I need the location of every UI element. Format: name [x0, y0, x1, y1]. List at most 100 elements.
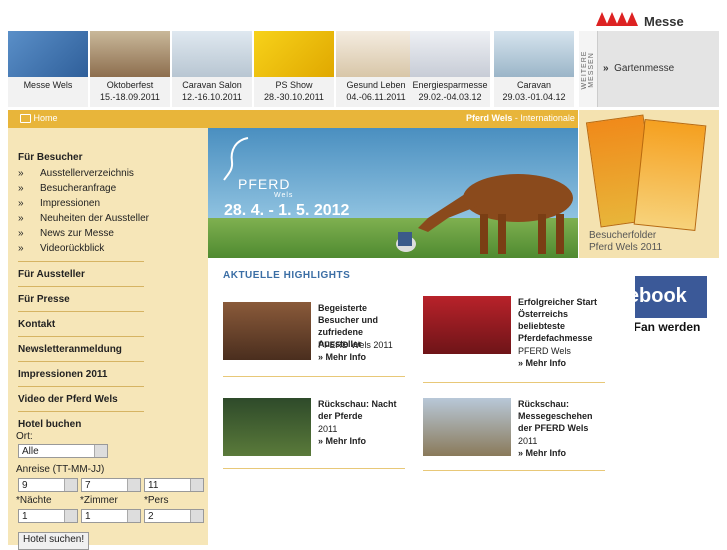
month-select[interactable]: 7 [81, 478, 141, 492]
event-energiesparmesse[interactable]: Energiesparmesse 29.02.-04.03.12 [410, 31, 490, 107]
sidebar-heading-besucher[interactable]: Für Besucher [18, 152, 82, 163]
naechte-label: *Nächte [16, 495, 52, 506]
event-caravan[interactable]: Caravan 29.03.-01.04.12 [494, 31, 574, 107]
folder-image [633, 119, 707, 231]
event-name: PS Show [275, 80, 313, 90]
bullet: » [18, 198, 24, 209]
event-strip: Messe Wels Oktoberfest 15.-18.09.2011 Ca… [8, 31, 574, 107]
event-name: Energiesparmesse [412, 80, 488, 90]
hero-date: 28. 4. - 1. 5. 2012 [224, 202, 350, 219]
day-select[interactable]: 9 [18, 478, 78, 492]
divider [18, 261, 144, 262]
event-messe-wels[interactable]: Messe Wels [8, 31, 88, 107]
sidebar-item-ausstellerverzeichnis[interactable]: » Ausstellerverzeichnis [18, 168, 134, 179]
year-select[interactable]: 11 [144, 478, 204, 492]
divider [18, 286, 144, 287]
event-thumbnail [336, 31, 416, 77]
sidebar-item-kontakt[interactable]: Kontakt [18, 319, 55, 330]
bullet: » [18, 168, 24, 179]
sidebar-item-label: Besucheranfrage [40, 183, 117, 194]
sidebar-item-neuheiten[interactable]: » Neuheiten der Aussteller [18, 213, 149, 224]
hero-subtitle: Wels [274, 192, 294, 199]
sidebar-item-label: News zur Messe [40, 228, 114, 239]
divider [223, 468, 405, 469]
sidebar-item-besucheranfrage[interactable]: » Besucheranfrage [18, 183, 116, 194]
dropdown-arrow-icon [190, 479, 203, 491]
highlight-title: Erfolgreicher Start Österreichs beliebte… [518, 296, 598, 344]
highlight-thumbnail [423, 398, 511, 456]
event-name: Messe Wels [23, 80, 73, 90]
ticker-bold: Pferd Wels [466, 113, 513, 123]
anreise-label: Anreise (TT-MM-JJ) [16, 464, 105, 475]
home-icon [20, 114, 31, 124]
event-name: Caravan [516, 80, 552, 90]
more-info-link[interactable]: » Mehr Info [318, 436, 366, 446]
gartenmesse-link[interactable]: » Gartenmesse [603, 63, 674, 74]
event-caravan-salon[interactable]: Caravan Salon 12.-16.10.2011 [172, 31, 252, 107]
divider [18, 311, 144, 312]
naechte-select[interactable]: 1 [18, 509, 78, 523]
event-thumbnail [8, 31, 88, 77]
event-date: 12.-16.10.2011 [182, 92, 242, 102]
sidebar-item-label: Videorückblick [40, 243, 105, 254]
divider [423, 382, 605, 383]
folder-caption-1: Besucherfolder [589, 230, 657, 241]
more-info-label: Mehr Info [325, 436, 367, 446]
weitere-messen-label: WEITERE MESSEN [581, 50, 595, 90]
zimmer-select[interactable]: 1 [81, 509, 141, 523]
divider [18, 336, 144, 337]
event-ps-show[interactable]: PS Show 28.-30.10.2011 [254, 31, 334, 107]
sidebar-item-videorueckblick[interactable]: » Videorückblick [18, 243, 104, 254]
event-oktoberfest[interactable]: Oktoberfest 15.-18.09.2011 [90, 31, 170, 107]
more-info-label: Mehr Info [525, 358, 567, 368]
dropdown-arrow-icon [64, 479, 77, 491]
besucherfolder-promo[interactable]: Besucherfolder Pferd Wels 2011 [579, 110, 719, 258]
messe-wels-logo[interactable]: Messe Wels [596, 8, 716, 44]
weitere-messen-label-box: WEITERE MESSEN [579, 31, 598, 107]
sidebar-item-label: Impressionen [40, 198, 101, 209]
dropdown-arrow-icon [127, 479, 140, 491]
more-info-link[interactable]: » Mehr Info [518, 358, 566, 368]
event-thumbnail [254, 31, 334, 77]
ort-label: Ort: [16, 431, 33, 442]
dropdown-arrow-icon [64, 510, 77, 522]
hero-title: PFERD [238, 176, 291, 192]
weitere-messen-panel: WEITERE MESSEN » Gartenmesse [579, 31, 719, 107]
sidebar-item-aussteller[interactable]: Für Aussteller [18, 269, 85, 280]
hero-banner[interactable]: PFERD Wels 28. 4. - 1. 5. 2012 [208, 128, 578, 258]
horse-image [396, 174, 573, 254]
pers-label: *Pers [144, 495, 169, 506]
double-chevron-right-icon: » [603, 63, 609, 74]
highlights-heading: AKTUELLE HIGHLIGHTS [223, 270, 351, 281]
year-value: 11 [148, 480, 159, 491]
highlight-subtitle: 2011 [318, 424, 338, 434]
event-date: 15.-18.09.2011 [100, 92, 160, 102]
sidebar-item-impressionen[interactable]: » Impressionen [18, 198, 100, 209]
sidebar-item-news[interactable]: » News zur Messe [18, 228, 114, 239]
double-chevron-right-icon: » [518, 448, 524, 458]
hotel-search-button[interactable]: Hotel suchen! [18, 532, 90, 550]
breadcrumb-bar: Home Pferd Wels - Internationale Pferdef… [8, 110, 578, 128]
more-info-link[interactable]: » Mehr Info [518, 448, 566, 458]
bullet: » [18, 228, 24, 239]
pers-value: 2 [148, 511, 154, 522]
highlight-title-text: Erfolgreicher Start Österreichs beliebte… [518, 297, 598, 343]
sidebar: Für Besucher » Ausstellerverzeichnis » Bes… [8, 128, 208, 550]
ticker-text: - Internationale Pferdefachmesse [514, 113, 578, 123]
news-ticker[interactable]: Pferd Wels - Internationale Pferdefachme… [466, 113, 578, 123]
gartenmesse-label: Gartenmesse [614, 63, 675, 74]
sidebar-item-video[interactable]: Video der Pferd Wels [18, 394, 118, 405]
highlight-subtitle: PFERD Wels 2011 [318, 340, 393, 350]
highlight-subtitle: 2011 [518, 436, 538, 446]
highlight-subtitle: PFERD Wels [518, 346, 571, 356]
event-name: Oktoberfest [106, 80, 154, 90]
event-gesund-leben[interactable]: Gesund Leben 04.-06.11.2011 [336, 31, 416, 107]
pers-select[interactable]: 2 [144, 509, 204, 523]
more-info-link[interactable]: » Mehr Info [318, 352, 366, 362]
sidebar-item-impressionen-2011[interactable]: Impressionen 2011 [18, 369, 108, 380]
ort-select[interactable]: Alle [18, 444, 108, 458]
dropdown-arrow-icon [190, 510, 203, 522]
sidebar-item-presse[interactable]: Für Presse [18, 294, 70, 305]
sidebar-item-newsletter[interactable]: Newsletteranmeldung [18, 344, 122, 355]
home-link[interactable]: Home [20, 113, 58, 124]
